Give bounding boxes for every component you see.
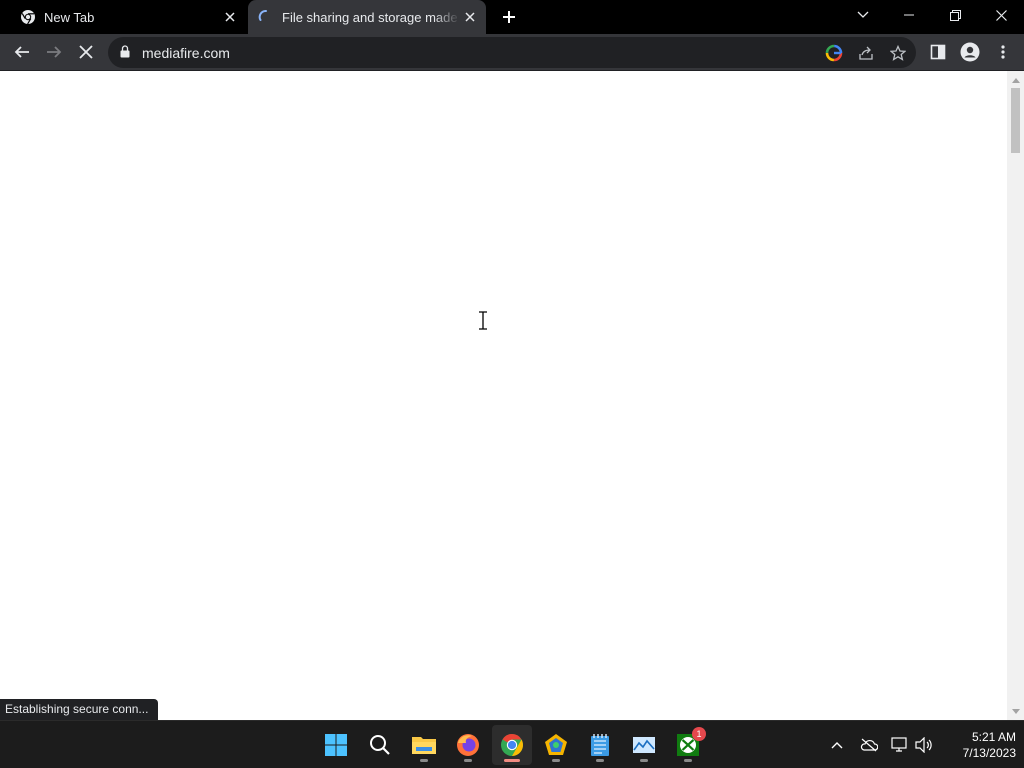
close-window-button[interactable] [978, 0, 1024, 30]
tab-search-button[interactable] [840, 0, 886, 30]
scroll-up-arrow[interactable] [1007, 73, 1024, 87]
close-tab-icon[interactable] [220, 7, 240, 27]
page-content[interactable] [0, 71, 1007, 720]
volume-icon[interactable] [914, 735, 934, 755]
notification-badge: 1 [692, 727, 706, 741]
more-vertical-icon [1001, 45, 1005, 59]
start-icon [325, 734, 347, 756]
plus-icon [503, 11, 515, 23]
stop-loading-button[interactable] [72, 38, 100, 66]
firefox-icon [457, 734, 479, 756]
browser-menu-button[interactable] [989, 38, 1017, 66]
taskbar-clock[interactable]: 5:21 AM 7/13/2023 [940, 729, 1016, 761]
restore-button[interactable] [932, 0, 978, 30]
clock-time: 5:21 AM [971, 730, 1016, 744]
scroll-thumb[interactable] [1011, 88, 1020, 153]
chrome-icon [501, 734, 523, 756]
taskbar: 1 5:21 AM 7/13/2023 [0, 720, 1024, 768]
running-indicator [464, 759, 472, 762]
running-indicator [596, 759, 604, 762]
clock-date: 7/13/2023 [962, 746, 1016, 760]
profile-avatar-icon [960, 42, 980, 62]
file-explorer-icon [412, 737, 436, 754]
back-button[interactable] [8, 38, 36, 66]
side-panel-icon [930, 44, 946, 60]
profile-button[interactable] [956, 38, 984, 66]
address-bar[interactable]: mediafire.com [108, 37, 916, 68]
show-hidden-icons-button[interactable] [827, 735, 847, 755]
running-indicator [504, 759, 520, 762]
network-icon[interactable] [890, 735, 910, 755]
scroll-down-arrow[interactable] [1007, 704, 1024, 718]
running-indicator [420, 759, 428, 762]
chevron-up-icon [831, 742, 843, 749]
close-tab-icon[interactable] [460, 7, 480, 27]
taskbar-notepad[interactable] [580, 725, 620, 765]
screen: New Tab File sharing and storage made si… [0, 0, 1024, 768]
running-indicator [552, 759, 560, 762]
taskbar-image-viewer[interactable] [624, 725, 664, 765]
share-icon[interactable] [856, 43, 876, 63]
minimize-icon [904, 14, 914, 16]
status-bubble: Establishing secure conn... [0, 699, 159, 720]
notepad-icon [591, 734, 609, 756]
forward-arrow-icon [47, 46, 62, 58]
stop-icon [79, 45, 93, 59]
search-icon [370, 735, 390, 755]
google-lens-icon[interactable] [824, 43, 844, 63]
back-arrow-icon [14, 46, 29, 58]
running-indicator [684, 759, 692, 762]
taskbar-xbox[interactable]: 1 [668, 725, 708, 765]
chrome-icon [20, 9, 36, 25]
text-cursor-icon [479, 311, 487, 330]
loading-spinner-icon [258, 9, 274, 25]
browser-toolbar: mediafire.com [0, 34, 1024, 71]
tab-new-tab[interactable]: New Tab [0, 0, 246, 34]
tab-title: New Tab [44, 9, 95, 25]
tab-mediafire[interactable]: File sharing and storage made simple [248, 0, 486, 34]
minimize-button[interactable] [886, 0, 932, 30]
new-tab-button[interactable] [498, 6, 520, 28]
side-panel-button[interactable] [924, 38, 952, 66]
image-viewer-icon [633, 737, 655, 753]
bookmark-star-icon[interactable] [888, 43, 908, 63]
chevron-down-icon [857, 11, 869, 18]
lock-icon[interactable] [120, 45, 130, 63]
onedrive-icon[interactable] [859, 735, 879, 755]
close-icon [995, 9, 1007, 21]
tab-strip: New Tab File sharing and storage made si… [0, 0, 1024, 34]
taskbar-firefox[interactable] [448, 725, 488, 765]
start-button[interactable] [316, 725, 356, 765]
taskbar-paint-app[interactable] [536, 725, 576, 765]
taskbar-chrome[interactable] [492, 725, 532, 765]
taskbar-file-explorer[interactable] [404, 725, 444, 765]
address-url: mediafire.com [142, 45, 230, 61]
taskbar-search-button[interactable] [360, 725, 400, 765]
running-indicator [640, 759, 648, 762]
tab-title: File sharing and storage made simple [282, 9, 460, 25]
vertical-scrollbar[interactable] [1007, 71, 1024, 720]
forward-button[interactable] [40, 38, 68, 66]
restore-icon [949, 9, 961, 21]
paint-app-icon [545, 734, 567, 755]
